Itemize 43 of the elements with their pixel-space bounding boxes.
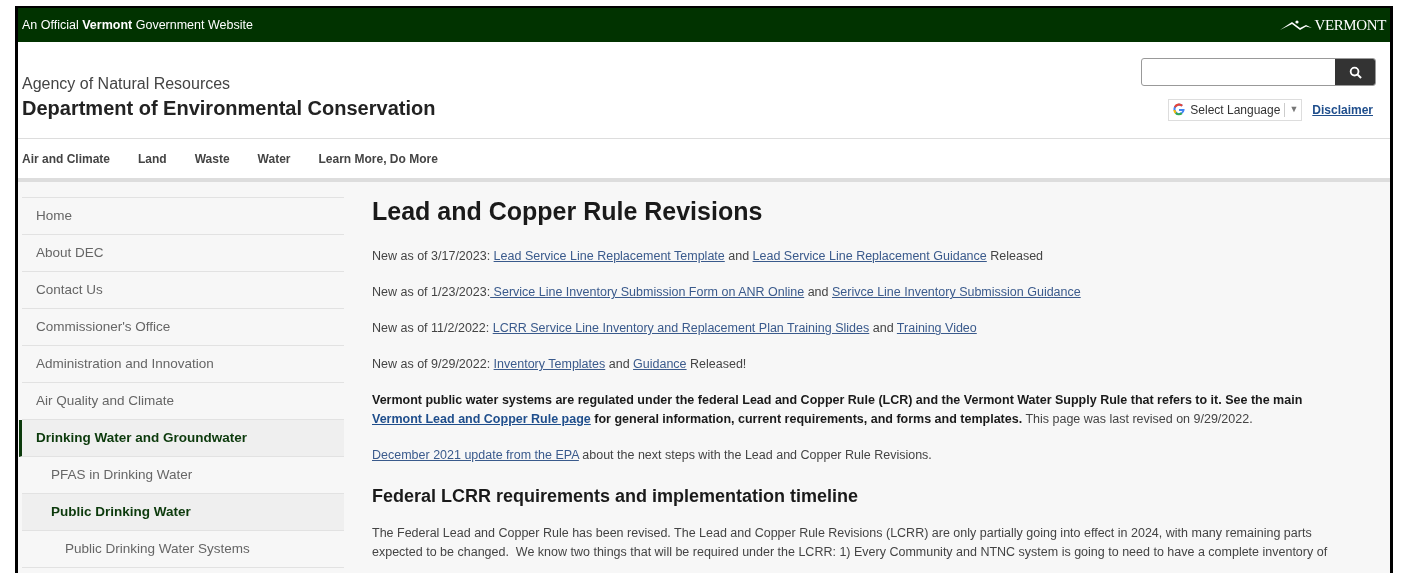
text-link[interactable]: December 2021 update from the EPA	[372, 448, 579, 463]
text-link[interactable]: Inventory Templates	[493, 357, 606, 372]
nav-link[interactable]: Learn More, Do More	[318, 149, 438, 168]
search-button[interactable]	[1335, 59, 1375, 85]
text-link[interactable]: Lead Service Line Replacement Guidance	[752, 249, 987, 264]
text-link[interactable]: Lead Service Line Replacement Template	[493, 249, 725, 264]
sidebar-item[interactable]: Public Drinking Water	[22, 494, 344, 531]
sidebar-item[interactable]: Public Drinking Water Systems	[22, 531, 344, 568]
text-link[interactable]: Training Video	[896, 321, 977, 336]
department-name: Department of Environmental Conservation	[22, 96, 436, 121]
text-link[interactable]: Guidance	[633, 357, 687, 372]
paragraph: December 2021 update from the EPA about the next steps with the Lead and Copper Rule Revisions.	[372, 447, 933, 465]
mountain-logo-icon	[1280, 19, 1313, 31]
language-select[interactable]: Select Language ▼	[1168, 99, 1303, 121]
sidebar-item[interactable]: Administration and Innovation	[22, 346, 344, 383]
paragraph: New as of 1/23/2023: Service Line Inventory Submission Form on ANR Online and Serivce Line Inventory Submission Guidance	[372, 284, 1082, 302]
paragraph: Vermont public water systems are regulated under the federal Lead and Copper Rule (LCR) and the Vermont Water Supply Rule that refers to it. See the main Vermont Lead and Copper Rule page for general information, current requirements, and forms and templates. This page was last revised on 9/29/2022.	[372, 392, 1304, 429]
paragraph: New as of 9/29/2022: Inventory Templates and Guidance Released!	[372, 356, 748, 374]
nav-link[interactable]: Waste	[194, 149, 230, 168]
text-link[interactable]: Service Line Inventory Submission Form on ANR Online	[490, 285, 805, 300]
paragraph: The Federal Lead and Copper Rule has been revised. The Lead and Copper Rule Revisions (LCRR) are only partially going into effect in 2024, with many remaining parts expected to be changed. We know two things that will be required under the LCRR: 1) Every Community and NTNC system is going to need to have a complete inventory of	[372, 525, 1329, 562]
sidebar-item[interactable]: About DEC	[22, 235, 344, 272]
paragraph: New as of 3/17/2023: Lead Service Line Replacement Template and Lead Service Line Replacement Guidance Released	[372, 248, 1045, 266]
sidebar-item[interactable]: Commissioner's Office	[22, 309, 344, 346]
nav-link[interactable]: Land	[138, 149, 167, 168]
text-link[interactable]: Vermont Lead and Copper Rule page	[372, 412, 591, 427]
search-icon	[1348, 65, 1362, 79]
agency-name: Agency of Natural Resources	[22, 74, 232, 94]
official-website-notice: An Official Vermont Government Website	[22, 16, 253, 34]
sidebar-item[interactable]: Drinking Water and Groundwater	[19, 420, 344, 457]
sidebar-item[interactable]: Contact Us	[22, 272, 344, 309]
text-link[interactable]: Serivce Line Inventory Submission Guidance	[832, 285, 1081, 300]
nav-link[interactable]: Water	[257, 149, 291, 168]
google-g-icon	[1172, 103, 1187, 117]
sidebar-item[interactable]: Home	[22, 198, 344, 235]
section-heading: Federal LCRR requirements and implementation timeline	[372, 485, 860, 509]
page-title: Lead and Copper Rule Revisions	[372, 196, 764, 227]
paragraph: New as of 11/2/2022: LCRR Service Line Inventory and Replacement Plan Training Slides and Training Video	[372, 320, 978, 338]
text-link[interactable]: LCRR Service Line Inventory and Replacement Plan Training Slides	[492, 321, 870, 336]
disclaimer-link[interactable]: Disclaimer	[1312, 101, 1373, 119]
search-field[interactable]	[1141, 58, 1376, 86]
nav-link[interactable]: Air and Climate	[22, 149, 111, 168]
logo-text: VERMONT	[1314, 15, 1386, 35]
